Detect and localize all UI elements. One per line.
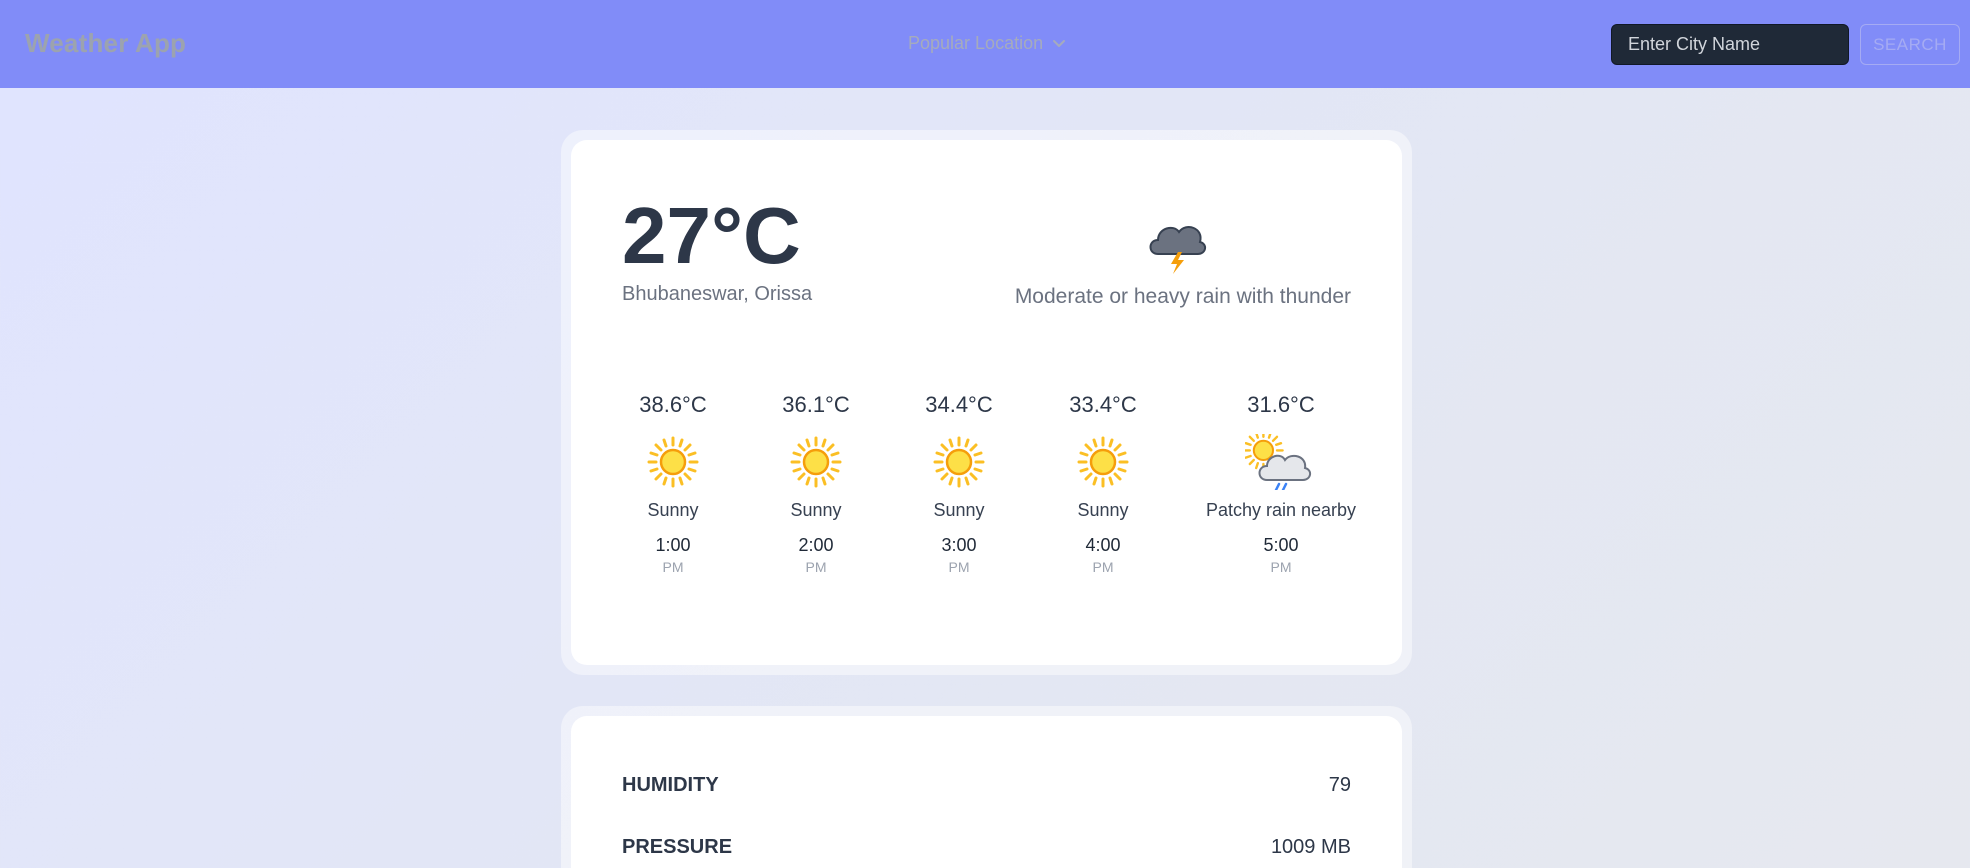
sun-icon xyxy=(933,436,985,488)
city-search-input[interactable] xyxy=(1611,24,1849,65)
forecast-item: 36.1°C Sunny 2:00 PM xyxy=(756,392,876,575)
forecast-item: 33.4°C Sunny 4:00 PM xyxy=(1043,392,1163,575)
stat-label: HUMIDITY xyxy=(622,774,719,796)
forecast-item: 38.6°C Sunny 1:00 PM xyxy=(613,392,733,575)
forecast-item: 34.4°C Sunny 3:00 PM xyxy=(899,392,1019,575)
sun-icon xyxy=(647,436,699,488)
forecast-condition: Sunny xyxy=(790,500,842,520)
forecast-time: 3:00 xyxy=(941,535,977,555)
forecast-temp: 33.4°C xyxy=(1069,392,1137,417)
sun-icon xyxy=(790,436,842,488)
forecast-temp: 31.6°C xyxy=(1247,392,1315,417)
stat-row-humidity: HUMIDITY 79 xyxy=(622,774,1351,797)
navbar: Weather App Popular Location SEARCH xyxy=(0,0,1970,88)
forecast-time: 4:00 xyxy=(1085,535,1121,555)
stat-row-pressure: PRESSURE 1009 MB xyxy=(622,836,1351,859)
forecast-temp: 34.4°C xyxy=(925,392,993,417)
forecast-ampm: PM xyxy=(1092,559,1114,575)
search-button[interactable]: SEARCH xyxy=(1860,24,1960,65)
brand-title[interactable]: Weather App xyxy=(25,28,186,59)
forecast-condition: Sunny xyxy=(933,500,985,520)
forecast-ampm: PM xyxy=(948,559,970,575)
weather-card-body: 27°C Bhubaneswar, Orissa Moderate or hea… xyxy=(571,140,1402,665)
current-location: Bhubaneswar, Orissa xyxy=(622,283,813,305)
forecast-time: 1:00 xyxy=(655,535,691,555)
stats-card: HUMIDITY 79 PRESSURE 1009 MB xyxy=(561,706,1412,868)
popular-location-dropdown[interactable]: Popular Location xyxy=(908,33,1067,54)
forecast-temp: 36.1°C xyxy=(782,392,850,417)
forecast-condition: Sunny xyxy=(1077,500,1129,520)
forecast-time: 2:00 xyxy=(798,535,834,555)
stat-value: 79 xyxy=(1328,774,1351,796)
forecast-condition: Patchy rain nearby xyxy=(1205,500,1357,520)
thunder-cloud-icon xyxy=(1149,226,1206,274)
current-temperature: 27°C xyxy=(622,191,801,280)
forecast-time: 5:00 xyxy=(1263,535,1299,555)
stat-value: 1009 MB xyxy=(1270,836,1351,858)
chevron-down-icon xyxy=(1053,39,1066,47)
sun-cloud-rain-icon xyxy=(1245,434,1311,490)
popular-location-label: Popular Location xyxy=(908,33,1044,53)
stats-card-body: HUMIDITY 79 PRESSURE 1009 MB xyxy=(571,716,1402,868)
forecast-ampm: PM xyxy=(662,559,684,575)
weather-card: 27°C Bhubaneswar, Orissa Moderate or hea… xyxy=(561,130,1412,675)
current-condition: Moderate or heavy rain with thunder xyxy=(1014,285,1351,308)
stat-label: PRESSURE xyxy=(622,836,733,858)
sun-icon xyxy=(1077,436,1129,488)
forecast-ampm: PM xyxy=(805,559,827,575)
forecast-item: 31.6°C Patchy rain nearby 5:00 PM xyxy=(1181,392,1381,575)
forecast-temp: 38.6°C xyxy=(639,392,707,417)
forecast-ampm: PM xyxy=(1270,559,1292,575)
forecast-condition: Sunny xyxy=(647,500,699,520)
